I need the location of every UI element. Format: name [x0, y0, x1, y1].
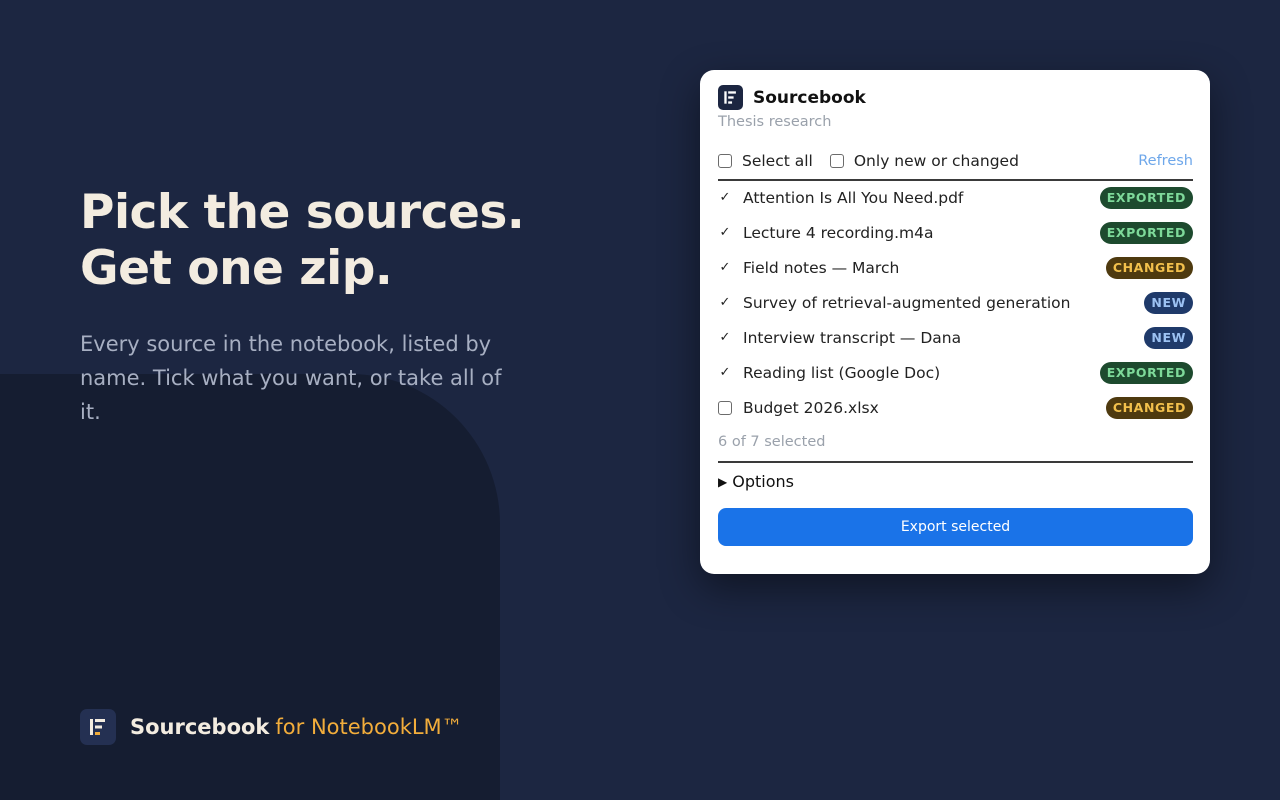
options-label: Options: [732, 472, 794, 491]
source-name: Reading list (Google Doc): [743, 363, 941, 382]
source-name: Attention Is All You Need.pdf: [743, 188, 964, 207]
extension-popup: Sourcebook Thesis research Select all On…: [700, 70, 1210, 574]
status-badge: NEW: [1144, 326, 1193, 349]
hero-title: Pick the sources. Get one zip.: [80, 185, 560, 297]
source-row[interactable]: ✓ Lecture 4 recording.m4a EXPORTED: [718, 215, 1193, 250]
only-new-label: Only new or changed: [853, 152, 1019, 170]
only-new-toggle[interactable]: Only new or changed: [829, 152, 1019, 170]
source-row[interactable]: ✓ Attention Is All You Need.pdf EXPORTED: [718, 180, 1193, 215]
export-selected-button[interactable]: Export selected: [718, 508, 1193, 546]
source-list: ✓ Attention Is All You Need.pdf EXPORTED ✓ L…: [718, 180, 1193, 425]
status-badge: CHANGED: [1105, 256, 1193, 279]
popup-header: Sourcebook: [718, 85, 866, 110]
status-badge: EXPORTED: [1099, 361, 1193, 384]
divider: [718, 461, 1193, 463]
status-badge: NEW: [1144, 291, 1193, 314]
source-name: Field notes — March: [743, 258, 900, 277]
hero-subtitle: Every source in the notebook, listed by …: [80, 332, 502, 424]
selection-toolbar: Select all Only new or changed Refresh: [718, 150, 1193, 172]
checkmark-icon[interactable]: ✓: [718, 365, 732, 380]
select-all-label: Select all: [742, 152, 813, 170]
brand-suffix: for NotebookLM™: [275, 715, 463, 739]
source-name: Interview transcript — Dana: [743, 328, 962, 347]
source-row[interactable]: ✓ Interview transcript — Dana NEW: [718, 320, 1193, 355]
checkmark-icon[interactable]: ✓: [718, 225, 732, 240]
checkmark-icon[interactable]: ✓: [718, 330, 732, 345]
brand-footer: Sourcebook for NotebookLM™: [80, 709, 463, 745]
source-checkbox[interactable]: [718, 400, 732, 415]
source-name: Survey of retrieval-augmented generation: [743, 293, 1071, 312]
source-row[interactable]: Budget 2026.xlsx CHANGED: [718, 390, 1193, 425]
disclosure-triangle-icon: ▶: [718, 474, 728, 489]
only-new-checkbox[interactable]: [829, 154, 844, 168]
status-badge: EXPORTED: [1099, 221, 1193, 244]
checkmark-icon[interactable]: ✓: [718, 295, 732, 310]
select-all-toggle[interactable]: Select all: [718, 152, 813, 170]
source-name: Budget 2026.xlsx: [743, 398, 879, 417]
refresh-link[interactable]: Refresh: [1138, 153, 1193, 169]
notebook-name: Thesis research: [718, 114, 832, 130]
source-name: Lecture 4 recording.m4a: [743, 223, 934, 242]
sourcebook-logo-icon: [80, 709, 116, 745]
popup-title: Sourcebook: [753, 87, 866, 108]
hero-title-line-1: Pick the sources.: [80, 185, 525, 240]
source-row[interactable]: ✓ Reading list (Google Doc) EXPORTED: [718, 355, 1193, 390]
status-badge: EXPORTED: [1099, 186, 1193, 209]
source-row[interactable]: ✓ Survey of retrieval-augmented generatio…: [718, 285, 1193, 320]
selection-count: 6 of 7 selected: [718, 434, 826, 450]
hero-section: Pick the sources. Get one zip. Every sou…: [80, 185, 560, 429]
sourcebook-logo-icon: [718, 85, 743, 110]
options-disclosure[interactable]: ▶ Options: [718, 472, 794, 491]
status-badge: CHANGED: [1105, 396, 1193, 419]
source-row[interactable]: ✓ Field notes — March CHANGED: [718, 250, 1193, 285]
checkmark-icon[interactable]: ✓: [718, 190, 732, 205]
select-all-checkbox[interactable]: [718, 154, 732, 168]
hero-title-line-2: Get one zip.: [80, 241, 393, 296]
checkmark-icon[interactable]: ✓: [718, 260, 732, 275]
brand-name: Sourcebook: [130, 715, 270, 739]
